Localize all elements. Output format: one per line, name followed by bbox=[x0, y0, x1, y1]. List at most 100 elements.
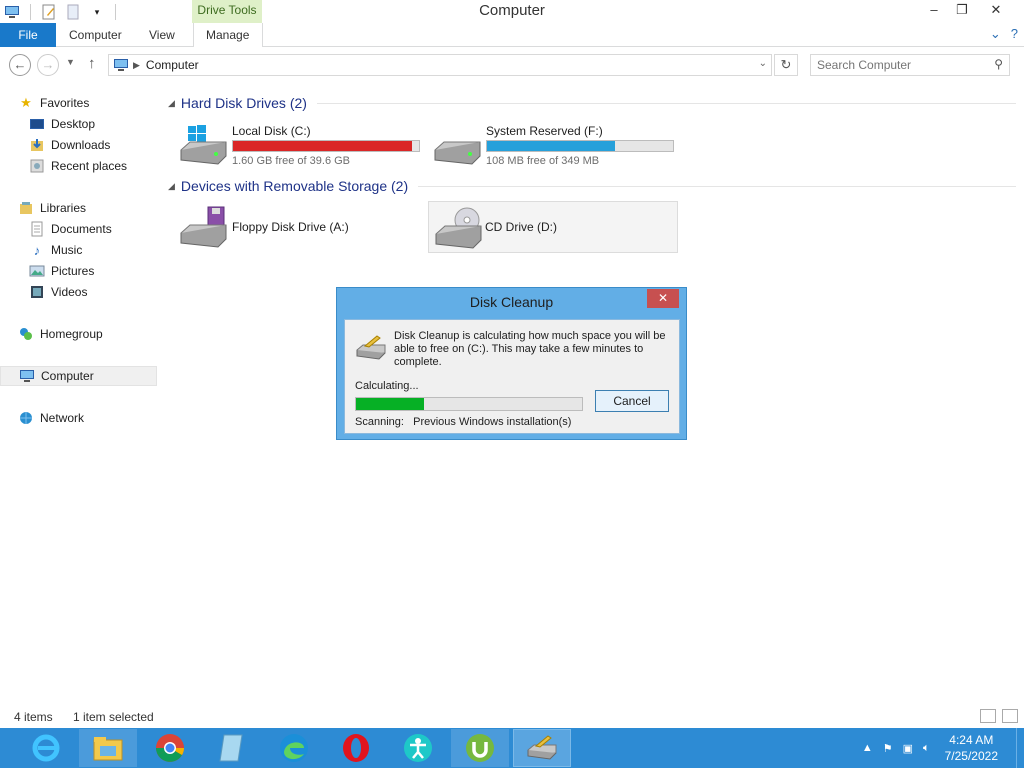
nav-libraries[interactable]: Libraries bbox=[18, 198, 175, 218]
collapse-icon[interactable]: ◢ bbox=[168, 181, 175, 192]
taskbar-ie[interactable] bbox=[17, 729, 75, 767]
expand-ribbon-icon[interactable]: ⌄ bbox=[990, 26, 1001, 42]
scanning-status: Scanning: Previous Windows installation(… bbox=[355, 416, 571, 428]
search-input[interactable] bbox=[817, 55, 987, 75]
drive-system-reserved-f[interactable]: System Reserved (F:) 108 MB free of 349 … bbox=[424, 118, 674, 170]
dialog-title: Disk Cleanup bbox=[469, 294, 554, 310]
close-button[interactable]: ✕ bbox=[976, 0, 1016, 20]
disk-cleanup-icon bbox=[356, 335, 386, 360]
hard-disk-drives-header[interactable]: ◢ Hard Disk Drives (2) bbox=[168, 93, 1016, 113]
taskbar-disk-cleanup[interactable] bbox=[513, 729, 571, 767]
drive-local-disk-c[interactable]: Local Disk (C:) 1.60 GB free of 39.6 GB bbox=[170, 118, 420, 170]
nav-computer[interactable]: Computer bbox=[0, 366, 157, 386]
drive-name: System Reserved (F:) bbox=[486, 124, 603, 138]
section-divider bbox=[316, 102, 1016, 104]
homegroup-icon bbox=[20, 328, 32, 340]
drive-name: CD Drive (D:) bbox=[485, 220, 557, 234]
nav-label: Pictures bbox=[51, 264, 95, 278]
up-button[interactable]: ↑ bbox=[88, 55, 96, 72]
nav-label: Videos bbox=[51, 285, 88, 299]
cd-drive-icon bbox=[435, 207, 482, 249]
nav-favorites[interactable]: ★ Favorites bbox=[18, 93, 175, 113]
dialog-body: Disk Cleanup is calculating how much spa… bbox=[344, 319, 680, 434]
nav-label: Downloads bbox=[51, 138, 111, 152]
recent-locations-dropdown[interactable]: ▼ bbox=[66, 57, 75, 67]
breadcrumb-arrow-icon[interactable]: ▶ bbox=[133, 60, 140, 71]
libraries-icon bbox=[20, 202, 32, 214]
drive-name: Floppy Disk Drive (A:) bbox=[232, 220, 349, 234]
dialog-message: Disk Cleanup is calculating how much spa… bbox=[394, 330, 666, 368]
tab-manage[interactable]: Manage bbox=[193, 23, 263, 47]
nav-network[interactable]: Network bbox=[18, 408, 175, 428]
nav-homegroup[interactable]: Homegroup bbox=[18, 324, 175, 344]
edge-icon bbox=[280, 734, 308, 762]
nav-recent-places[interactable]: Recent places bbox=[29, 156, 157, 176]
utorrent-icon bbox=[466, 734, 494, 762]
show-hidden-icons-icon[interactable]: ▲ bbox=[862, 742, 873, 754]
taskbar-edge[interactable] bbox=[265, 729, 323, 767]
refresh-button[interactable]: ↻ bbox=[774, 54, 798, 76]
help-icon[interactable]: ? bbox=[1011, 26, 1018, 42]
drive-tools-tab-group: Drive Tools bbox=[192, 0, 262, 23]
status-bar: 4 items 1 item selected bbox=[0, 706, 1024, 728]
collapse-icon[interactable]: ◢ bbox=[168, 98, 175, 109]
properties-icon[interactable] bbox=[41, 4, 57, 20]
section-divider bbox=[418, 185, 1016, 187]
dialog-close-button[interactable]: ✕ bbox=[647, 289, 679, 308]
tab-view[interactable]: View bbox=[137, 23, 187, 47]
clock[interactable]: 4:24 AM 7/25/2022 bbox=[945, 732, 998, 764]
drive-cd-d[interactable]: CD Drive (D:) bbox=[428, 201, 678, 253]
search-icon[interactable]: ⚲ bbox=[994, 57, 1003, 71]
restore-button[interactable]: ❐ bbox=[948, 0, 976, 20]
disk-cleanup-dialog: Disk Cleanup ✕ Disk Cleanup is calculati… bbox=[336, 287, 687, 440]
nav-pictures[interactable]: Pictures bbox=[29, 261, 157, 281]
removable-storage-header[interactable]: ◢ Devices with Removable Storage (2) bbox=[168, 176, 1016, 196]
nav-music[interactable]: ♪ Music bbox=[29, 240, 157, 260]
show-desktop-button[interactable] bbox=[1016, 728, 1024, 768]
ribbon: File Computer View Manage ⌄ ? bbox=[0, 23, 1024, 47]
nav-desktop[interactable]: Desktop bbox=[29, 114, 157, 134]
tab-file[interactable]: File bbox=[0, 23, 56, 47]
large-icons-view-icon[interactable] bbox=[1002, 709, 1018, 723]
quick-access-toolbar: ▾ bbox=[0, 2, 122, 22]
taskbar-chrome[interactable] bbox=[141, 729, 199, 767]
disk-cleanup-icon bbox=[527, 735, 557, 760]
new-folder-icon[interactable] bbox=[65, 4, 81, 20]
drive-name: Local Disk (C:) bbox=[232, 124, 311, 138]
taskbar-utorrent[interactable] bbox=[451, 729, 509, 767]
taskbar-file-explorer[interactable] bbox=[79, 729, 137, 767]
address-bar[interactable]: ▶ Computer ⌄ bbox=[108, 54, 772, 76]
computer-icon bbox=[114, 59, 128, 71]
hard-drive-icon bbox=[434, 141, 481, 165]
opera-icon bbox=[343, 734, 369, 762]
clock-time: 4:24 AM bbox=[949, 733, 994, 747]
details-view-icon[interactable] bbox=[980, 709, 996, 723]
volume-icon[interactable]: 🔈︎ bbox=[923, 742, 930, 755]
nav-documents[interactable]: Documents bbox=[29, 219, 157, 239]
action-center-icon[interactable]: ⚑ bbox=[883, 742, 893, 755]
cancel-button[interactable]: Cancel bbox=[595, 390, 669, 412]
computer-icon[interactable] bbox=[4, 4, 20, 20]
forward-button[interactable]: → bbox=[37, 54, 59, 76]
notepad-icon bbox=[219, 734, 243, 762]
customize-toolbar-icon[interactable]: ▾ bbox=[89, 4, 105, 20]
network-status-icon[interactable]: ▣ bbox=[903, 742, 913, 755]
minimize-button[interactable]: – bbox=[920, 0, 948, 20]
nav-label: Favorites bbox=[40, 96, 90, 110]
search-box: ⚲ bbox=[810, 54, 1010, 76]
progress-fill bbox=[356, 398, 424, 410]
drive-floppy-a[interactable]: Floppy Disk Drive (A:) bbox=[170, 201, 420, 253]
system-tray: ▲ ⚑ ▣ 🔈︎ 4:24 AM 7/25/2022 bbox=[857, 728, 1024, 768]
nav-videos[interactable]: Videos bbox=[29, 282, 157, 302]
drive-usage-bar bbox=[232, 140, 420, 152]
nav-downloads[interactable]: Downloads bbox=[29, 135, 157, 155]
taskbar-opera[interactable] bbox=[327, 729, 385, 767]
nav-label: Libraries bbox=[40, 201, 87, 215]
toolbar-separator bbox=[30, 4, 31, 20]
tab-computer[interactable]: Computer bbox=[57, 23, 134, 47]
taskbar-notepad[interactable] bbox=[203, 729, 261, 767]
breadcrumb[interactable]: Computer bbox=[146, 58, 199, 72]
address-dropdown-icon[interactable]: ⌄ bbox=[759, 58, 767, 69]
taskbar-accessibility[interactable] bbox=[389, 729, 447, 767]
back-button[interactable]: ← bbox=[9, 54, 31, 76]
